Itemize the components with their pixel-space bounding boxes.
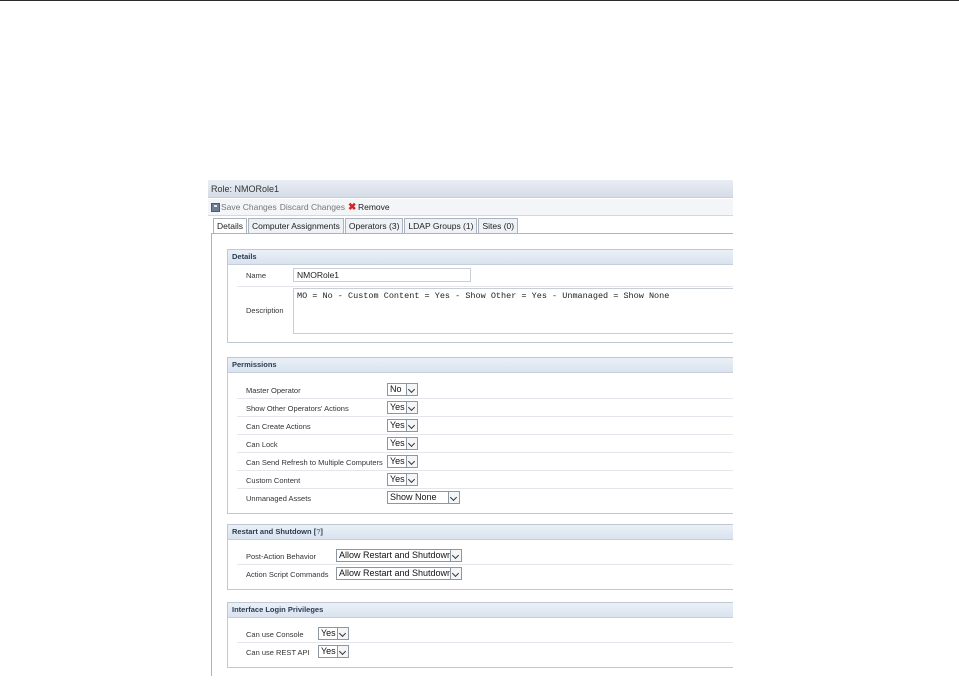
save-changes-label: Save Changes [221,202,277,212]
restart-shutdown-header: Restart and Shutdown [?] [228,525,733,540]
permissions-panel: Permissions Master Operator No Show Othe… [227,357,733,514]
perm-row-master-operator: Master Operator No [237,381,733,399]
description-textarea[interactable]: MO = No - Custom Content = Yes - Show Ot… [293,288,733,334]
action-script-row: Action Script Commands Allow Restart and… [237,565,733,582]
top-border-line [0,0,959,1]
select-value: Show None [390,492,437,502]
select-value: Yes [390,438,405,448]
remove-label: Remove [357,202,390,212]
tab-bar: Details Computer Assignments Operators (… [213,218,519,235]
discard-changes-button[interactable]: Discard Changes [280,199,345,215]
can-lock-select[interactable]: Yes [387,437,418,450]
permissions-header: Permissions [228,358,733,373]
select-value: Allow Restart and Shutdown [339,550,453,560]
description-row: Description MO = No - Custom Content = Y… [237,287,733,337]
perm-label: Show Other Operators' Actions [246,404,349,413]
action-script-select[interactable]: Allow Restart and Shutdown [336,567,462,580]
tab-content: Details Name NMORole1 Description MO = N… [211,233,733,676]
perm-label: Custom Content [246,476,301,485]
console-label: Can use Console [246,630,304,639]
chevron-down-icon [406,474,417,485]
description-label: Description [246,306,284,315]
custom-content-select[interactable]: Yes [387,473,418,486]
can-use-console-select[interactable]: Yes [318,627,349,640]
rest-api-label: Can use REST API [246,648,310,657]
can-create-actions-select[interactable]: Yes [387,419,418,432]
chevron-down-icon [406,384,417,395]
login-privileges-panel: Interface Login Privileges Can use Conso… [227,602,733,668]
perm-row-unmanaged-assets: Unmanaged Assets Show None [237,489,733,506]
discard-changes-label: Discard Changes [279,202,345,212]
details-header: Details [228,250,733,265]
role-editor-window: Role: NMORole1 Save Changes Discard Chan… [208,180,733,676]
perm-row-custom-content: Custom Content Yes [237,471,733,489]
name-row: Name NMORole1 [237,265,733,287]
perm-row-create-actions: Can Create Actions Yes [237,417,733,435]
chevron-down-icon [406,420,417,431]
select-value: Yes [321,646,336,656]
select-value: Yes [390,474,405,484]
perm-row-send-refresh: Can Send Refresh to Multiple Computers Y… [237,453,733,471]
remove-button[interactable]: ✖ Remove [348,199,390,215]
save-changes-button[interactable]: Save Changes [211,199,277,215]
action-script-label: Action Script Commands [246,570,329,579]
chevron-down-icon [450,568,461,579]
perm-row-show-other: Show Other Operators' Actions Yes [237,399,733,417]
chevron-down-icon [448,492,459,503]
chevron-down-icon [406,402,417,413]
tab-ldap-groups[interactable]: LDAP Groups (1) [404,218,478,234]
chevron-down-icon [406,456,417,467]
remove-x-icon: ✖ [347,201,357,213]
chevron-down-icon [406,438,417,449]
chevron-down-icon [337,628,348,639]
name-input[interactable]: NMORole1 [293,268,471,282]
perm-label: Unmanaged Assets [246,494,312,503]
select-value: No [390,384,402,394]
help-close-bracket: ] [320,527,323,536]
master-operator-select[interactable]: No [387,383,418,396]
console-row: Can use Console Yes [237,625,733,643]
perm-label: Can Lock [246,440,278,449]
tab-sites[interactable]: Sites (0) [478,218,519,234]
post-action-label: Post-Action Behavior [246,552,317,561]
rest-api-row: Can use REST API Yes [237,643,733,660]
chevron-down-icon [450,550,461,561]
perm-label: Master Operator [246,386,301,395]
tab-operators[interactable]: Operators (3) [344,218,404,234]
select-value: Yes [390,420,405,430]
details-panel: Details Name NMORole1 Description MO = N… [227,249,733,343]
unmanaged-assets-select[interactable]: Show None [387,491,460,504]
perm-label: Can Create Actions [246,422,311,431]
window-title: Role: NMORole1 [208,180,733,198]
save-icon [211,202,220,212]
select-value: Yes [390,402,405,412]
toolbar: Save Changes Discard Changes ✖ Remove [208,199,733,216]
tab-computer-assignments[interactable]: Computer Assignments [247,218,344,234]
perm-label: Can Send Refresh to Multiple Computers [246,458,383,467]
select-value: Yes [390,456,405,466]
restart-shutdown-panel: Restart and Shutdown [?] Post-Action Beh… [227,524,733,590]
name-label: Name [246,271,267,280]
show-other-actions-select[interactable]: Yes [387,401,418,414]
select-value: Allow Restart and Shutdown [339,568,453,578]
chevron-down-icon [337,646,348,657]
post-action-row: Post-Action Behavior Allow Restart and S… [237,547,733,565]
post-action-select[interactable]: Allow Restart and Shutdown [336,549,462,562]
send-refresh-select[interactable]: Yes [387,455,418,468]
login-privileges-header: Interface Login Privileges [228,603,733,618]
restart-shutdown-title: Restart and Shutdown [232,527,312,536]
select-value: Yes [321,628,336,638]
perm-row-can-lock: Can Lock Yes [237,435,733,453]
can-use-rest-api-select[interactable]: Yes [318,645,349,658]
